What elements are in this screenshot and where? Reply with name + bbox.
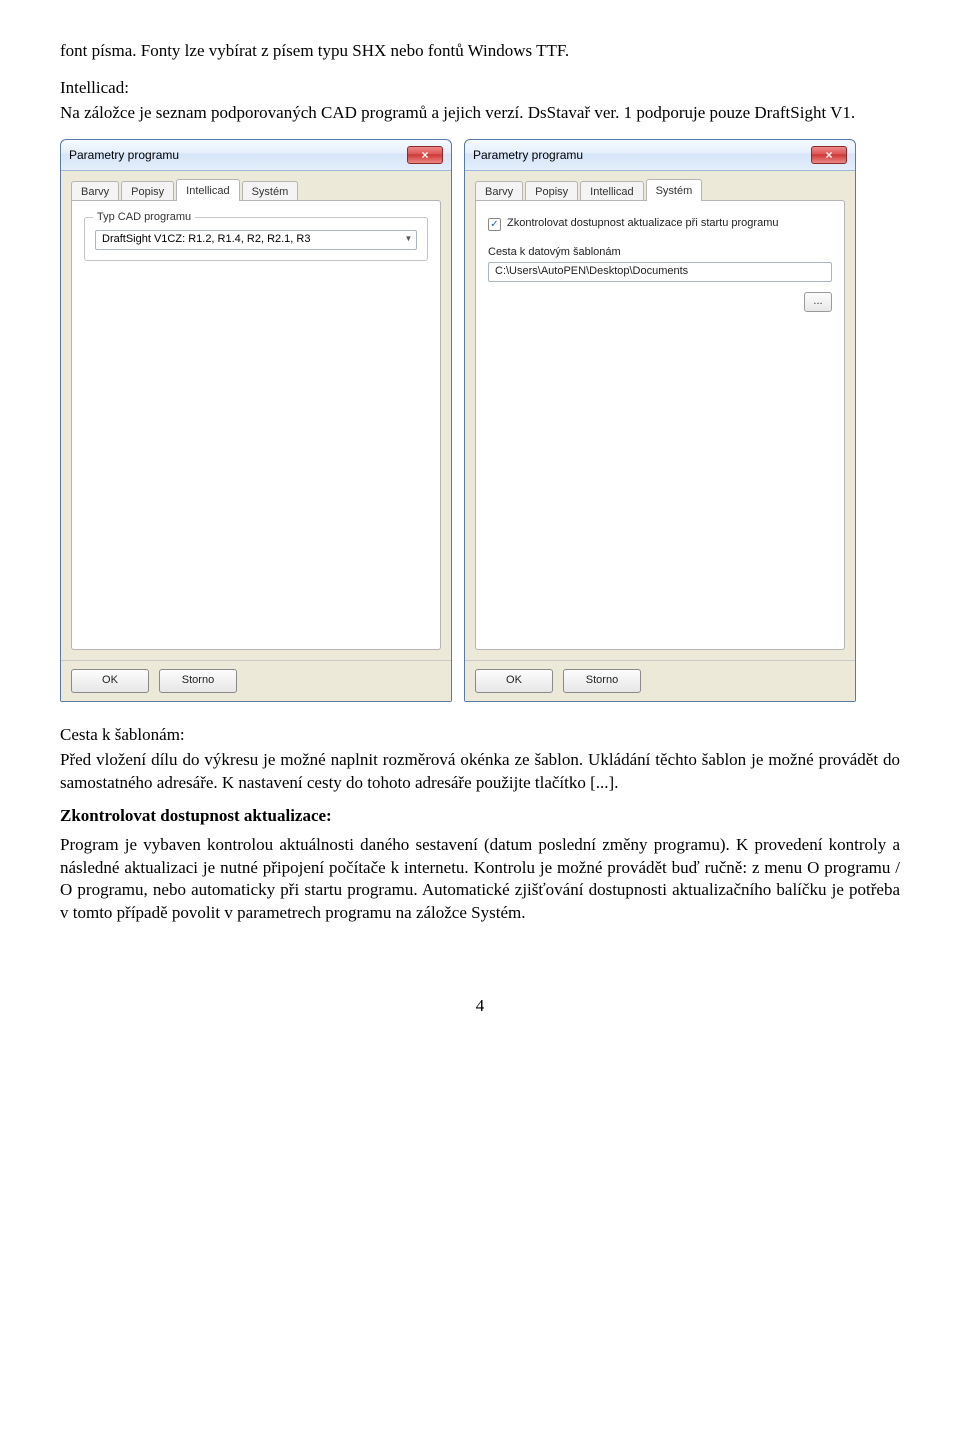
dialogs-row: Parametry programu × Barvy Popisy Intell… (60, 139, 900, 702)
groupbox-legend: Typ CAD programu (93, 210, 195, 225)
ok-button[interactable]: OK (71, 669, 149, 693)
dialog-footer: OK Storno (61, 660, 451, 701)
paragraph-3: Před vložení dílu do výkresu je možné na… (60, 749, 900, 795)
dialog-system: Parametry programu × Barvy Popisy Intell… (464, 139, 856, 702)
tab-page: Typ CAD programu DraftSight V1CZ: R1.2, … (71, 200, 441, 650)
tab-strip: Barvy Popisy Intellicad Systém (71, 179, 441, 201)
tab-strip: Barvy Popisy Intellicad Systém (475, 179, 845, 201)
intellicad-label-text: Intellicad: (60, 78, 129, 97)
cad-type-combo[interactable]: DraftSight V1CZ: R1.2, R1.4, R2, R2.1, R… (95, 230, 417, 250)
template-path-label: Cesta k datovým šablonám (488, 245, 832, 260)
tab-barvy[interactable]: Barvy (71, 181, 119, 202)
zkontrolovat-label-text: Zkontrolovat dostupnost aktualizace: (60, 806, 332, 825)
page-number: 4 (60, 995, 900, 1018)
tab-page: ✓ Zkontrolovat dostupnost aktualizace př… (475, 200, 845, 650)
browse-button[interactable]: ... (804, 292, 832, 312)
combo-value: DraftSight V1CZ: R1.2, R1.4, R2, R2.1, R… (96, 232, 400, 247)
chevron-down-icon: ▼ (400, 231, 416, 249)
tab-system[interactable]: Systém (242, 181, 299, 202)
paragraph-4: Program je vybaven kontrolou aktuálnosti… (60, 834, 900, 926)
close-button[interactable]: × (407, 146, 443, 164)
paragraph-2: Na záložce je seznam podporovaných CAD p… (60, 102, 900, 125)
check-update-row: ✓ Zkontrolovat dostupnost aktualizace př… (488, 217, 832, 231)
client-area: Barvy Popisy Intellicad Systém ✓ Zkontro… (465, 171, 855, 660)
check-update-checkbox[interactable]: ✓ (488, 218, 501, 231)
tab-intellicad[interactable]: Intellicad (580, 181, 643, 202)
tab-intellicad[interactable]: Intellicad (176, 179, 239, 201)
heading-intellicad: Intellicad: (60, 77, 900, 100)
client-area: Barvy Popisy Intellicad Systém Typ CAD p… (61, 171, 451, 660)
paragraph-1: font písma. Fonty lze vybírat z písem ty… (60, 40, 900, 63)
window-title: Parametry programu (473, 147, 583, 163)
storno-button[interactable]: Storno (159, 669, 237, 693)
check-update-label: Zkontrolovat dostupnost aktualizace při … (507, 217, 778, 231)
titlebar: Parametry programu × (465, 140, 855, 171)
titlebar: Parametry programu × (61, 140, 451, 171)
tab-popisy[interactable]: Popisy (121, 181, 174, 202)
heading-cesta: Cesta k šablonám: (60, 724, 900, 747)
close-button[interactable]: × (811, 146, 847, 164)
close-icon: × (421, 149, 428, 161)
dialog-footer: OK Storno (465, 660, 855, 701)
tab-system[interactable]: Systém (646, 179, 703, 201)
heading-zkontrolovat: Zkontrolovat dostupnost aktualizace: (60, 805, 900, 828)
close-icon: × (825, 149, 832, 161)
cesta-label-text: Cesta k šablonám: (60, 725, 185, 744)
dialog-intellicad: Parametry programu × Barvy Popisy Intell… (60, 139, 452, 702)
tab-popisy[interactable]: Popisy (525, 181, 578, 202)
window-title: Parametry programu (69, 147, 179, 163)
storno-button[interactable]: Storno (563, 669, 641, 693)
tab-barvy[interactable]: Barvy (475, 181, 523, 202)
ok-button[interactable]: OK (475, 669, 553, 693)
template-path-input[interactable]: C:\Users\AutoPEN\Desktop\Documents (488, 262, 832, 282)
groupbox-cad-type: Typ CAD programu DraftSight V1CZ: R1.2, … (84, 217, 428, 261)
